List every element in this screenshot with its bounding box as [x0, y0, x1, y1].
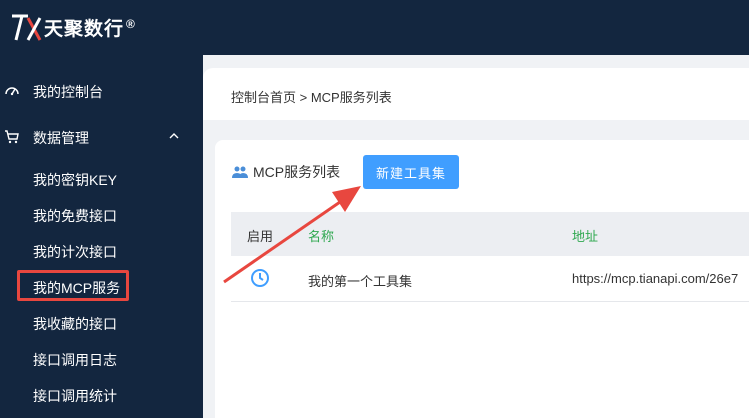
sidebar-item-my-key[interactable]: 我的密钥KEY [0, 161, 203, 197]
row-address[interactable]: https://mcp.tianapi.com/26e7 [572, 271, 738, 286]
new-toolset-button[interactable]: 新建工具集 [363, 155, 459, 189]
main-panel: MCP服务列表 新建工具集 启用 名称 地址 我的第一个工具集 https://… [215, 140, 749, 418]
mcp-table: 启用 名称 地址 我的第一个工具集 https://mcp.tianapi.co… [231, 212, 749, 302]
users-icon [232, 166, 248, 178]
tx-logo-icon [12, 14, 42, 41]
column-header-name: 名称 [308, 229, 335, 244]
column-header-address: 地址 [572, 229, 599, 244]
breadcrumb[interactable]: 控制台首页 > MCP服务列表 [231, 87, 392, 106]
brand-name: 天聚数行 ® [44, 16, 136, 40]
section-title: MCP服务列表 [231, 162, 340, 182]
sidebar-item-favorites[interactable]: 我收藏的接口 [0, 305, 203, 341]
sidebar-item-data-management[interactable]: 数据管理 [0, 119, 203, 155]
breadcrumb-panel: 控制台首页 > MCP服务列表 [203, 68, 749, 120]
sidebar-item-mcp-service[interactable]: 我的MCP服务 [0, 269, 203, 305]
sidebar-item-metered-api[interactable]: 我的计次接口 [0, 233, 203, 269]
top-bar: 天聚数行 ® [0, 0, 749, 55]
sidebar-item-free-api[interactable]: 我的免费接口 [0, 197, 203, 233]
section-title-text: MCP服务列表 [253, 164, 341, 180]
column-header-enabled: 启用 [247, 229, 274, 244]
chevron-up-icon[interactable] [168, 131, 180, 141]
table-header: 启用 名称 地址 [231, 212, 749, 256]
row-name: 我的第一个工具集 [308, 274, 413, 289]
sidebar-item-call-stats[interactable]: 接口调用统计 [0, 377, 203, 413]
clock-icon[interactable] [250, 268, 270, 288]
sidebar-item-call-log[interactable]: 接口调用日志 [0, 341, 203, 377]
cart-icon [5, 130, 19, 144]
table-row[interactable]: 我的第一个工具集 https://mcp.tianapi.com/26e7 [231, 256, 749, 302]
dashboard-icon [5, 87, 19, 96]
sidebar: 我的控制台 数据管理 我的密钥KEY 我的免费接口 我的计次接口 我的MCP服务… [0, 55, 203, 418]
sidebar-item-console[interactable]: 我的控制台 [0, 73, 203, 109]
